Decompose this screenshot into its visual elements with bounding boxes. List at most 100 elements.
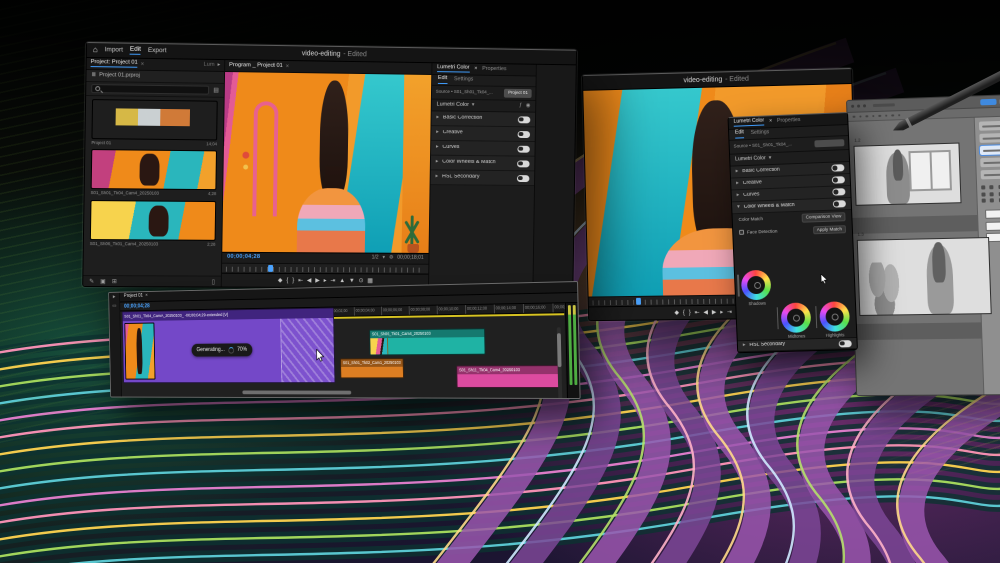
playhead[interactable] — [268, 265, 273, 272]
timeline-clip[interactable]: S01_Sh11_Tk04_Cam4_20250103 — [456, 365, 562, 388]
new-bin-icon[interactable]: ▣ — [100, 279, 106, 285]
apply-match-button[interactable]: Apply Match — [813, 225, 846, 235]
trash-icon[interactable]: ▯ — [212, 279, 215, 285]
lift-icon[interactable]: ▲ — [339, 278, 345, 284]
swatch[interactable] — [985, 221, 1000, 231]
effect-toggle[interactable] — [517, 145, 530, 152]
tool-icon[interactable] — [865, 115, 868, 118]
go-to-in-icon[interactable]: ⇤ — [695, 310, 700, 316]
subtab-settings[interactable]: Settings — [454, 77, 473, 83]
go-to-out-icon[interactable]: ⇥ — [727, 310, 732, 316]
lumetri-section-row[interactable]: ▸ HSL Secondary — [431, 170, 535, 186]
effect-toggle[interactable] — [839, 340, 852, 347]
tab-sequence[interactable]: Project 01 — [124, 294, 143, 299]
new-item-icon[interactable]: ⊞ — [112, 279, 117, 285]
step-back-icon[interactable]: ◀ — [703, 310, 708, 316]
go-to-out-icon[interactable]: ⇥ — [330, 278, 335, 284]
tool-icon[interactable] — [859, 115, 862, 118]
effect-toggle[interactable] — [517, 175, 530, 182]
brush-stroke-card[interactable] — [979, 133, 1000, 143]
clip-thumbnail[interactable] — [91, 99, 217, 140]
tab-properties[interactable]: Properties — [482, 67, 506, 73]
tool-icon[interactable] — [981, 185, 985, 189]
swatch[interactable] — [985, 209, 1000, 219]
selection-tool-icon[interactable]: ► — [112, 295, 116, 300]
tab-lumetri-color[interactable]: Lumetri Color — [733, 118, 764, 126]
wheel-slider[interactable] — [777, 307, 779, 329]
pencil-icon[interactable]: ✎ — [89, 279, 94, 285]
effect-toggle[interactable] — [832, 176, 845, 183]
extract-icon[interactable]: ▼ — [349, 278, 355, 284]
face-detection-checkbox[interactable]: Face Detection — [739, 229, 777, 235]
tool-icon[interactable] — [981, 192, 985, 196]
brush-stroke-card[interactable] — [980, 169, 1000, 179]
step-forward-icon[interactable]: ▸ — [720, 310, 723, 316]
chevron-down-icon[interactable]: ▾ — [472, 103, 475, 108]
add-marker-icon[interactable]: ◆ — [674, 310, 679, 316]
storyboard-frame-1[interactable] — [854, 143, 962, 206]
mark-in-icon[interactable]: { — [683, 310, 685, 316]
step-back-icon[interactable]: ◀ — [307, 278, 312, 284]
generating-clip[interactable]: S01_Sh01_Tk04_CamA_20250103_ -00;00;04;2… — [122, 307, 336, 383]
menu-edit[interactable]: Edit — [130, 46, 141, 55]
horizontal-scrollbar[interactable] — [242, 391, 351, 395]
subtab-edit[interactable]: Edit — [735, 131, 744, 139]
close-icon[interactable]: × — [286, 63, 290, 69]
home-icon[interactable]: ⌂ — [93, 46, 98, 54]
tool-icon[interactable] — [885, 114, 888, 117]
subtab-edit[interactable]: Edit — [438, 76, 447, 84]
lumetri-section-row[interactable]: ▸ Curves — [431, 141, 535, 157]
lumetri-section-row[interactable]: ▸ Basic Correction — [431, 111, 535, 127]
brush-stroke-card-selected[interactable] — [979, 145, 1000, 155]
tool-icon[interactable] — [990, 192, 994, 196]
close-icon[interactable]: × — [769, 119, 772, 124]
lumetri-section-row[interactable]: ▸ Color Wheels & Match — [431, 156, 535, 172]
tab-program[interactable]: Program _ Project 01 — [229, 63, 283, 70]
effect-toggle[interactable] — [833, 200, 846, 207]
project-item[interactable]: S01_Sh06_Tk01_Cam4_20250103 2;28 — [90, 200, 216, 247]
color-wheel[interactable] — [780, 302, 811, 333]
clip-thumbnail[interactable] — [91, 149, 217, 190]
tab-project[interactable]: Project: Project 01 — [91, 60, 138, 68]
folder-icon[interactable]: ▤ — [213, 87, 219, 93]
search-input[interactable] — [91, 84, 209, 95]
tool-icon[interactable] — [878, 115, 881, 118]
wheel-slider[interactable] — [815, 306, 817, 328]
play-icon[interactable]: ▶ — [712, 310, 717, 316]
source-chip[interactable] — [814, 139, 844, 147]
settings-gear-icon[interactable]: ⚙ — [389, 256, 394, 261]
tab-lumetri-overflow[interactable]: Lum — [203, 62, 214, 68]
step-forward-icon[interactable]: ▸ — [324, 278, 327, 284]
tool-icon[interactable] — [891, 114, 894, 117]
storyboard-canvas[interactable]: 1.2 1.3 — [848, 118, 984, 395]
share-button[interactable] — [980, 98, 996, 105]
add-marker-icon[interactable]: ◆ — [278, 278, 283, 284]
close-icon[interactable]: × — [141, 61, 145, 67]
timeline-clip[interactable]: S01_Sh01_Tk02_Cam1_20250103 — [340, 358, 404, 378]
comparison-view-icon[interactable]: ▦ — [367, 278, 373, 284]
tool-icon[interactable] — [872, 115, 875, 118]
close-icon[interactable]: × — [474, 66, 477, 72]
effect-toggle[interactable] — [517, 160, 530, 167]
mark-out-icon[interactable]: } — [292, 278, 294, 284]
track-select-tool-icon[interactable]: ▭ — [112, 304, 116, 309]
timeline-clip[interactable]: S01_Sh06_Tk01_Cam4_20250103 — [369, 328, 485, 355]
tool-icon[interactable] — [981, 199, 985, 203]
video-viewport[interactable] — [222, 72, 431, 253]
go-to-in-icon[interactable]: ⇤ — [298, 278, 303, 284]
comparison-view-button[interactable]: Comparison View — [802, 212, 846, 222]
storyboard-frame-2[interactable] — [857, 237, 992, 316]
project-item[interactable]: Project 01 14;04 — [91, 99, 217, 147]
effect-toggle[interactable] — [831, 164, 844, 171]
menu-import[interactable]: Import — [105, 47, 123, 54]
mark-out-icon[interactable]: } — [689, 310, 691, 316]
tool-icon[interactable] — [989, 185, 993, 189]
play-icon[interactable]: ▶ — [315, 278, 320, 284]
effect-toggle[interactable] — [832, 188, 845, 195]
tool-icon[interactable] — [990, 198, 994, 202]
color-wheel[interactable] — [741, 269, 772, 300]
fx-icon[interactable]: ƒ — [519, 103, 522, 108]
export-frame-icon[interactable]: ⊙ — [359, 278, 364, 284]
brush-stroke-card[interactable] — [978, 121, 1000, 131]
tool-icon[interactable] — [898, 114, 901, 117]
